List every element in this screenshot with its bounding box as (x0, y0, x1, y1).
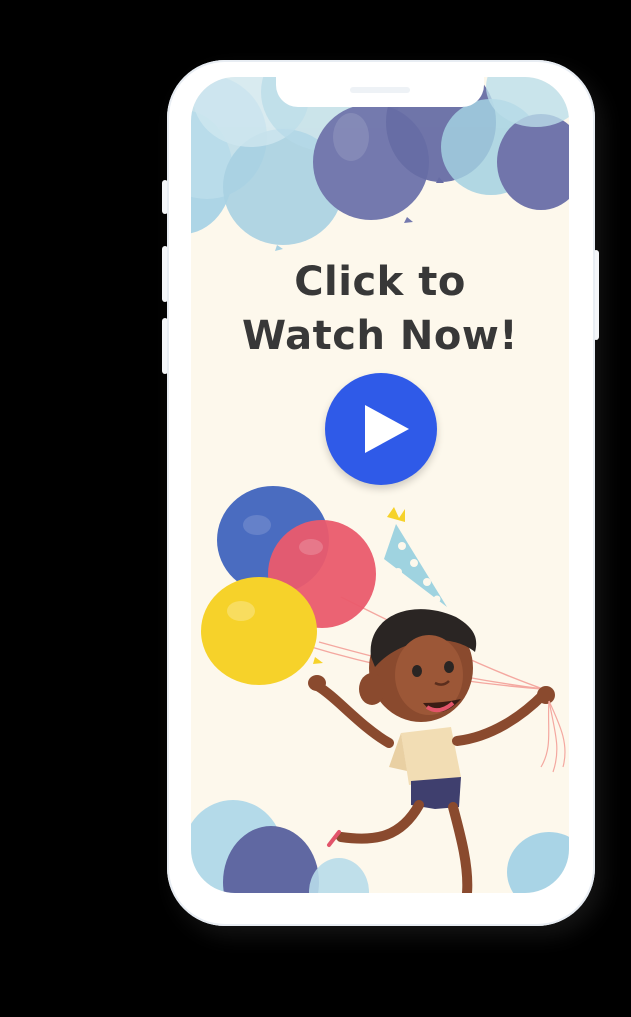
phone-screen: Click to Watch Now! (191, 77, 569, 893)
phone-speaker (350, 87, 410, 93)
balloons-top-illustration (191, 77, 569, 893)
balloon-cluster (201, 486, 376, 685)
play-icon (365, 405, 409, 453)
stage: Click to Watch Now! (0, 0, 631, 1017)
headline-line-2: Watch Now! (241, 313, 519, 359)
play-button[interactable] (325, 373, 437, 485)
headline: Click to Watch Now! (191, 255, 569, 363)
headline-line-1: Click to (294, 259, 466, 305)
